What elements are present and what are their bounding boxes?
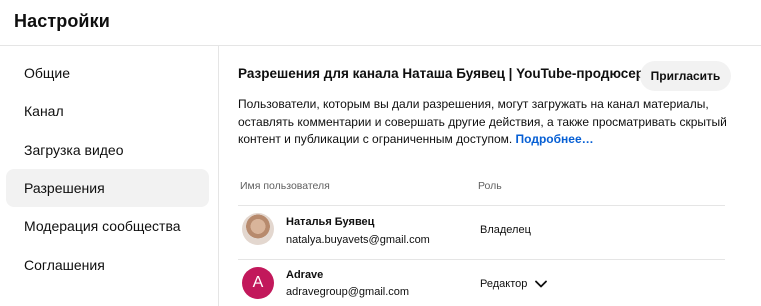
user-name: Adrave <box>286 269 324 281</box>
permissions-description: Пользователи, которым вы дали разрешения… <box>238 96 738 149</box>
user-email: natalya.buyavets@gmail.com <box>286 234 430 246</box>
user-name: Наталья Буявец <box>286 216 375 228</box>
section-title: Разрешения для канала Наташа Буявец | Yo… <box>238 66 645 81</box>
sidebar-item-label: Общие <box>24 65 71 81</box>
sidebar-item-channel[interactable]: Канал <box>6 92 209 130</box>
invite-button[interactable]: Пригласить <box>640 61 731 91</box>
sidebar-item-label: Соглашения <box>24 257 105 273</box>
dialog-title: Настройки <box>14 11 110 31</box>
permissions-panel: Разрешения для канала Наташа Буявец | Yo… <box>220 46 761 306</box>
sidebar-item-label: Модерация сообщества <box>24 218 181 234</box>
row-divider <box>238 259 725 260</box>
row-divider <box>238 205 725 206</box>
role-dropdown-value: Редактор <box>480 278 528 290</box>
sidebar-item-label: Канал <box>24 103 64 119</box>
sidebar-item-community[interactable]: Модерация сообщества <box>6 207 209 245</box>
sidebar-item-general[interactable]: Общие <box>6 54 209 92</box>
settings-dialog: Настройки Общие Канал Загрузка видео Раз… <box>0 0 761 306</box>
sidebar-item-upload-defaults[interactable]: Загрузка видео <box>6 131 209 169</box>
column-header-user: Имя пользователя <box>240 180 330 192</box>
sidebar-item-label: Загрузка видео <box>24 142 124 158</box>
settings-sidebar: Общие Канал Загрузка видео Разрешения Мо… <box>0 46 219 306</box>
dialog-header: Настройки <box>0 0 761 46</box>
column-header-role: Роль <box>478 180 502 192</box>
user-email: adravegroup@gmail.com <box>286 286 410 298</box>
sidebar-item-label: Разрешения <box>24 180 105 196</box>
description-text: Пользователи, которым вы дали разрешения… <box>238 97 727 146</box>
learn-more-link[interactable]: Подробнее… <box>516 132 594 146</box>
role-dropdown[interactable]: Редактор <box>480 274 548 294</box>
avatar <box>242 213 274 245</box>
chevron-down-icon <box>535 280 548 288</box>
avatar: A <box>242 267 274 299</box>
sidebar-item-agreements[interactable]: Соглашения <box>6 246 209 284</box>
sidebar-item-permissions[interactable]: Разрешения <box>6 169 209 207</box>
user-role: Владелец <box>480 224 531 236</box>
